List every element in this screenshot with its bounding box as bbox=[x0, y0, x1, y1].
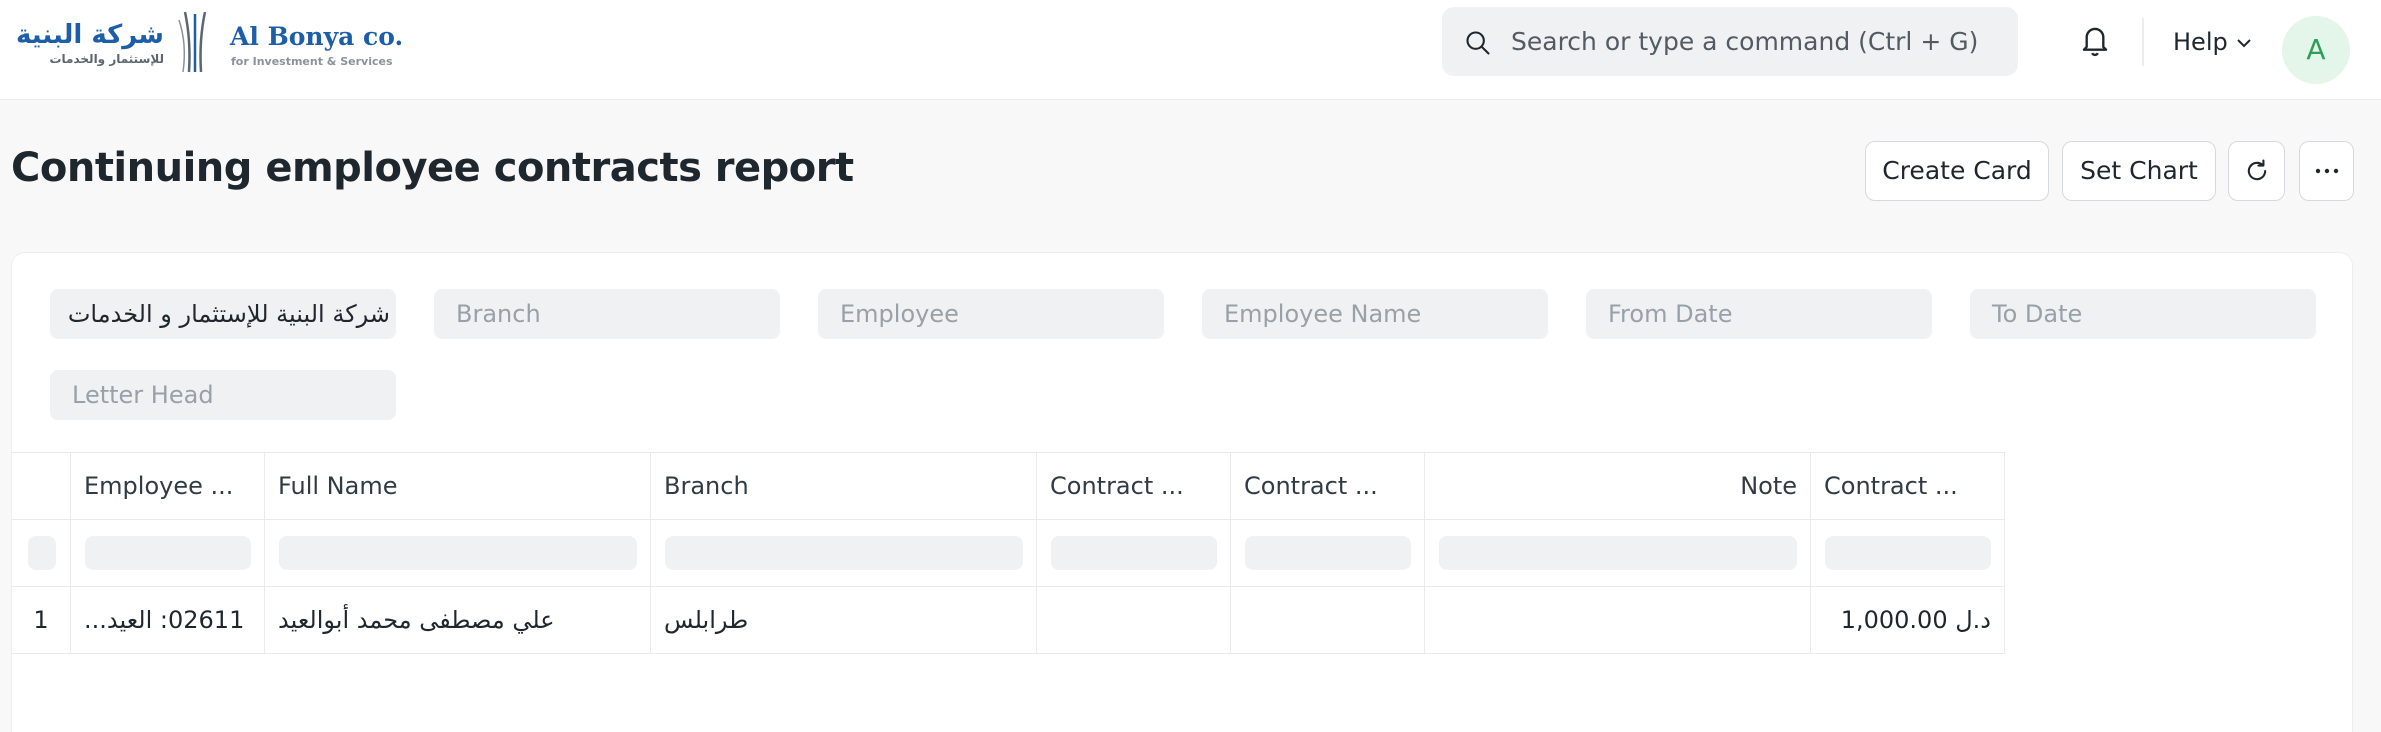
employee-name-filter[interactable]: Employee Name bbox=[1202, 289, 1548, 339]
create-card-button[interactable]: Create Card bbox=[1865, 141, 2049, 201]
filter-cell bbox=[1037, 520, 1231, 586]
letter-head-filter[interactable]: Letter Head bbox=[50, 370, 396, 420]
column-filter-input[interactable] bbox=[665, 536, 1023, 570]
report-card: شركة البنية للإستثمار و الخدمات Branch E… bbox=[11, 252, 2353, 732]
filter-cell bbox=[265, 520, 651, 586]
filter-cell bbox=[12, 520, 71, 586]
column-filter-input[interactable] bbox=[28, 536, 56, 570]
column-filter-input[interactable] bbox=[1245, 536, 1411, 570]
logo-english-subtitle: for Investment & Services bbox=[231, 55, 393, 68]
help-label: Help bbox=[2173, 28, 2228, 56]
column-header[interactable]: Contract ... bbox=[1231, 453, 1425, 519]
page-title: Continuing employee contracts report bbox=[11, 145, 854, 191]
note-cell[interactable] bbox=[1425, 587, 1811, 653]
set-chart-button[interactable]: Set Chart bbox=[2062, 141, 2216, 201]
filter-cell bbox=[1811, 520, 2005, 586]
table-row[interactable]: 1 02611: العيد... علي مصطفى محمد أبوالعي… bbox=[12, 587, 2005, 654]
logo-arabic-name: شركة البنية bbox=[16, 20, 164, 50]
row-index-header bbox=[12, 453, 71, 519]
column-header[interactable]: Employee ... bbox=[71, 453, 265, 519]
contract-cell[interactable] bbox=[1037, 587, 1231, 653]
branch-cell[interactable]: طرابلس bbox=[651, 587, 1037, 653]
filter-cell bbox=[71, 520, 265, 586]
top-navbar: شركة البنية للإستثمار والخدمات Al Bonya … bbox=[0, 0, 2381, 100]
company-logo[interactable]: شركة البنية للإستثمار والخدمات Al Bonya … bbox=[10, 10, 405, 74]
branch-filter[interactable]: Branch bbox=[434, 289, 780, 339]
to-date-filter[interactable]: To Date bbox=[1970, 289, 2316, 339]
column-filter-input[interactable] bbox=[85, 536, 251, 570]
column-filter-input[interactable] bbox=[279, 536, 637, 570]
search-icon bbox=[1466, 31, 1490, 55]
column-header[interactable]: Full Name bbox=[265, 453, 651, 519]
logo-arabic-subtitle: للإستثمار والخدمات bbox=[49, 52, 164, 66]
navbar-divider bbox=[2142, 18, 2144, 66]
employee-cell[interactable]: 02611: العيد... bbox=[71, 587, 265, 653]
column-filter-row bbox=[12, 520, 2005, 587]
full-name-cell[interactable]: علي مصطفى محمد أبوالعيد bbox=[265, 587, 651, 653]
employee-filter[interactable]: Employee bbox=[818, 289, 1164, 339]
report-table: Employee ... Full Name Branch Contract .… bbox=[12, 452, 2005, 654]
chevron-down-icon bbox=[2237, 39, 2251, 48]
refresh-icon bbox=[2247, 159, 2266, 181]
logo-mark-icon bbox=[178, 11, 207, 73]
column-header[interactable]: Branch bbox=[651, 453, 1037, 519]
column-header[interactable]: Contract ... bbox=[1811, 453, 2005, 519]
from-date-filter[interactable]: From Date bbox=[1586, 289, 1932, 339]
help-dropdown[interactable]: Help bbox=[2173, 22, 2252, 62]
search-input[interactable]: Search or type a command (Ctrl + G) bbox=[1511, 7, 1978, 76]
row-index: 1 bbox=[12, 587, 71, 653]
more-icon bbox=[2315, 168, 2338, 174]
user-avatar[interactable]: A bbox=[2282, 16, 2350, 84]
bell-icon[interactable] bbox=[2078, 22, 2112, 58]
refresh-button[interactable] bbox=[2228, 141, 2285, 201]
column-header[interactable]: Contract ... bbox=[1037, 453, 1231, 519]
column-filter-input[interactable] bbox=[1051, 536, 1217, 570]
filter-cell bbox=[1231, 520, 1425, 586]
filter-cell bbox=[651, 520, 1037, 586]
more-actions-button[interactable] bbox=[2299, 141, 2354, 201]
filter-cell bbox=[1425, 520, 1811, 586]
table-header-row: Employee ... Full Name Branch Contract .… bbox=[12, 453, 2005, 520]
company-filter[interactable]: شركة البنية للإستثمار و الخدمات bbox=[50, 289, 396, 339]
column-filter-input[interactable] bbox=[1825, 536, 1991, 570]
contract-cell[interactable] bbox=[1231, 587, 1425, 653]
contract-amount-cell[interactable]: 1,000.00 د.ل bbox=[1811, 587, 2005, 653]
logo-english-name: Al Bonya co. bbox=[230, 22, 404, 51]
column-header[interactable]: Note bbox=[1425, 453, 1811, 519]
column-filter-input[interactable] bbox=[1439, 536, 1797, 570]
search-bar[interactable]: Search or type a command (Ctrl + G) bbox=[1442, 7, 2018, 76]
